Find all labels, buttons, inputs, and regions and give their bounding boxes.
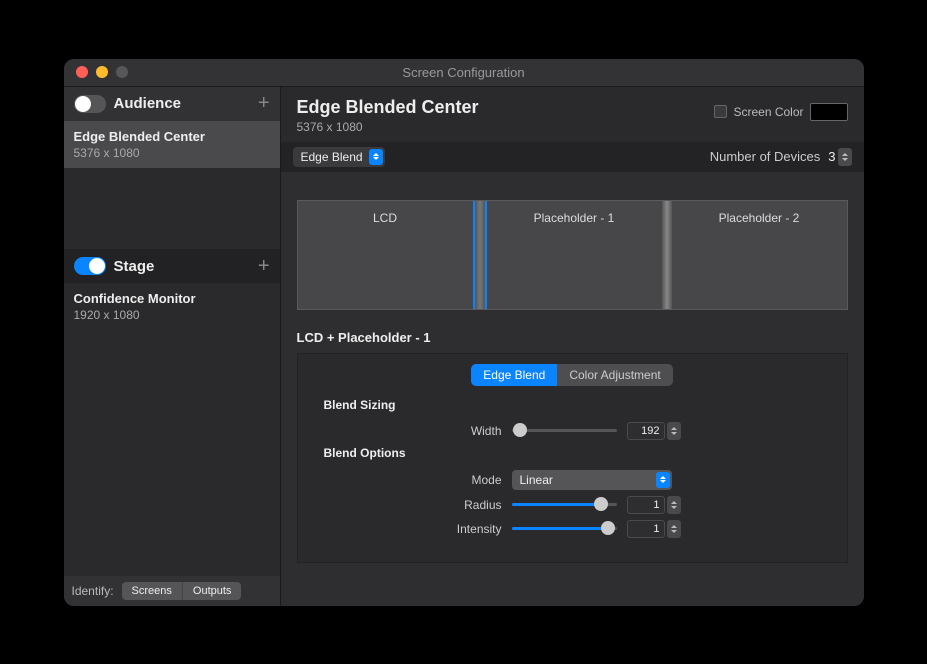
mode-row: Mode Linear: [314, 470, 831, 490]
screen-color-row: Screen Color: [714, 103, 847, 121]
slider-thumb[interactable]: [601, 521, 615, 535]
chevron-updown-icon: [369, 149, 383, 165]
audience-toggle[interactable]: [74, 95, 106, 113]
intensity-label: Intensity: [314, 522, 512, 536]
sidebar-footer: Identify: Screens Outputs: [64, 576, 280, 606]
screen-color-checkbox[interactable]: [714, 105, 727, 118]
intensity-slider[interactable]: [512, 527, 617, 530]
titlebar: Screen Configuration: [64, 59, 864, 87]
edit-panel: Edge Blend Color Adjustment Blend Sizing…: [297, 353, 848, 563]
num-devices-value: 3: [828, 149, 835, 164]
radius-slider[interactable]: [512, 503, 617, 506]
mode-dropdown[interactable]: Edge Blend: [293, 147, 385, 167]
blend-sizing-label: Blend Sizing: [324, 398, 831, 412]
blend-options-label: Blend Options: [324, 446, 831, 460]
width-row: Width: [314, 422, 831, 440]
screen-color-swatch[interactable]: [810, 103, 848, 121]
slider-thumb[interactable]: [513, 423, 527, 437]
main-panel: Edge Blended Center 5376 x 1080 Screen C…: [281, 87, 864, 606]
blend-divider[interactable]: [662, 201, 672, 309]
main-title-block: Edge Blended Center 5376 x 1080: [297, 97, 479, 134]
stage-toggle[interactable]: [74, 257, 106, 275]
window-title: Screen Configuration: [76, 65, 852, 80]
sidebar-item-audience-0[interactable]: Edge Blended Center 5376 x 1080: [64, 121, 280, 168]
identify-label: Identify:: [72, 584, 114, 598]
mode-select-value: Linear: [520, 473, 553, 487]
mode-select[interactable]: Linear: [512, 470, 672, 490]
tab-color-adjustment[interactable]: Color Adjustment: [557, 364, 672, 386]
edit-section: LCD + Placeholder - 1 Edge Blend Color A…: [281, 330, 864, 579]
screen-color-label: Screen Color: [733, 105, 803, 119]
radius-field: [627, 496, 681, 514]
radius-stepper[interactable]: [667, 496, 681, 514]
intensity-stepper[interactable]: [667, 520, 681, 538]
sidebar-spacer: [64, 168, 280, 250]
sidebar-spacer: [64, 330, 280, 575]
chevron-updown-icon: [656, 472, 670, 488]
preview-cell-label: Placeholder - 1: [534, 211, 615, 225]
num-devices-row: Number of Devices 3: [710, 148, 852, 166]
preview-row: LCD Placeholder - 1 Placeholder - 2: [297, 200, 848, 310]
preview-cell-2[interactable]: Placeholder - 2: [672, 201, 847, 309]
main-header: Edge Blended Center 5376 x 1080 Screen C…: [281, 87, 864, 142]
sidebar: Audience + Edge Blended Center 5376 x 10…: [64, 87, 281, 606]
sidebar-item-resolution: 1920 x 1080: [74, 308, 270, 322]
window-body: Audience + Edge Blended Center 5376 x 10…: [64, 87, 864, 606]
width-stepper[interactable]: [667, 422, 681, 440]
add-audience-button[interactable]: +: [258, 92, 270, 115]
stage-label: Stage: [114, 258, 258, 275]
width-slider[interactable]: [512, 429, 617, 432]
sidebar-item-name: Confidence Monitor: [74, 291, 270, 306]
edit-title: LCD + Placeholder - 1: [297, 330, 848, 345]
zoom-icon[interactable]: [116, 66, 128, 78]
intensity-row: Intensity: [314, 520, 831, 538]
preview-cell-1[interactable]: Placeholder - 1: [487, 201, 662, 309]
sidebar-item-name: Edge Blended Center: [74, 129, 270, 144]
preview-area: LCD Placeholder - 1 Placeholder - 2: [281, 172, 864, 330]
radius-input[interactable]: [627, 496, 665, 514]
preview-cell-label: Placeholder - 2: [719, 211, 800, 225]
blend-divider-selected[interactable]: [473, 201, 487, 309]
identify-outputs-button[interactable]: Outputs: [182, 582, 242, 600]
stage-header: Stage +: [64, 249, 280, 283]
intensity-input[interactable]: [627, 520, 665, 538]
num-devices-label: Number of Devices: [710, 149, 821, 164]
main-resolution: 5376 x 1080: [297, 120, 479, 134]
traffic-lights: [76, 66, 128, 78]
num-devices-stepper: 3: [828, 148, 851, 166]
main-title: Edge Blended Center: [297, 97, 479, 118]
preview-cell-0[interactable]: LCD: [298, 201, 473, 309]
minimize-icon[interactable]: [96, 66, 108, 78]
add-stage-button[interactable]: +: [258, 255, 270, 278]
slider-thumb[interactable]: [594, 497, 608, 511]
identify-screens-button[interactable]: Screens: [122, 582, 182, 600]
width-field: [627, 422, 681, 440]
identify-segment: Screens Outputs: [122, 582, 242, 600]
tab-edge-blend[interactable]: Edge Blend: [471, 364, 557, 386]
audience-label: Audience: [114, 95, 258, 112]
edit-tabs: Edge Blend Color Adjustment: [314, 364, 831, 386]
window: Screen Configuration Audience + Edge Ble…: [64, 59, 864, 606]
close-icon[interactable]: [76, 66, 88, 78]
width-input[interactable]: [627, 422, 665, 440]
width-label: Width: [314, 424, 512, 438]
mode-label: Mode: [314, 473, 512, 487]
preview-cell-label: LCD: [373, 211, 397, 225]
radius-label: Radius: [314, 498, 512, 512]
audience-header: Audience +: [64, 87, 280, 121]
sidebar-item-resolution: 5376 x 1080: [74, 146, 270, 160]
intensity-field: [627, 520, 681, 538]
mode-dropdown-value: Edge Blend: [301, 150, 363, 164]
main-toolbar: Edge Blend Number of Devices 3: [281, 142, 864, 172]
num-devices-stepper-buttons[interactable]: [838, 148, 852, 166]
sidebar-item-stage-0[interactable]: Confidence Monitor 1920 x 1080: [64, 283, 280, 330]
radius-row: Radius: [314, 496, 831, 514]
